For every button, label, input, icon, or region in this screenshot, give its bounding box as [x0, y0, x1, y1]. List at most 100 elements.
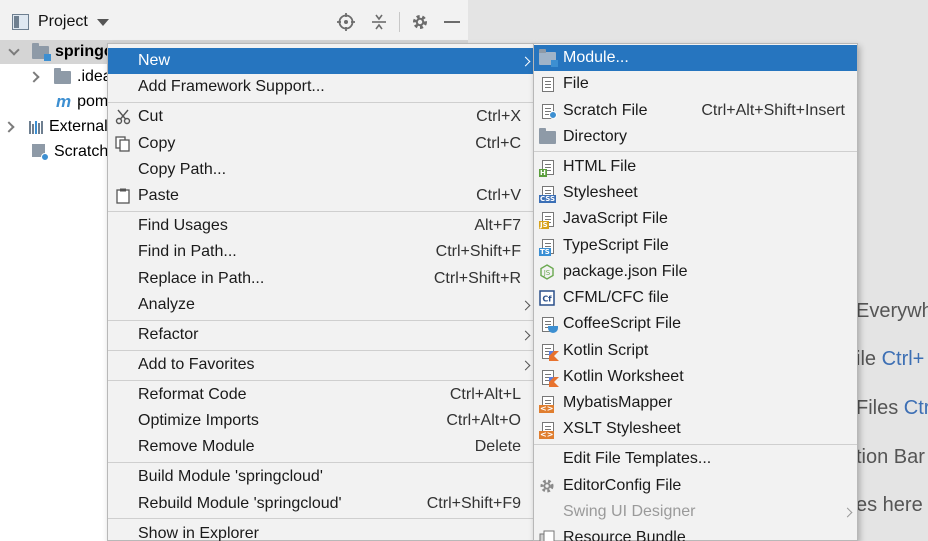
coffeescript-icon	[539, 315, 558, 333]
menu-item-new[interactable]: New	[108, 48, 533, 74]
svg-text:JS: JS	[543, 269, 551, 277]
submenu-arrow-icon	[520, 330, 531, 340]
submenu-arrow-icon	[520, 300, 531, 310]
scissors-icon	[114, 108, 132, 126]
xml-icon: <>	[539, 420, 557, 439]
menu-item-kotlin-script[interactable]: Kotlin Script	[534, 338, 857, 364]
project-panel-title: Project	[38, 13, 88, 30]
hint-recent-files: Files Ctr	[856, 397, 928, 419]
svg-text:Cf: Cf	[542, 295, 552, 304]
hint-search-everywhere: Everywh	[856, 300, 928, 322]
collapsed-arrow-icon[interactable]	[28, 71, 40, 83]
css-file-icon: CSS	[539, 184, 557, 203]
js-file-icon: JS	[539, 210, 557, 229]
header-divider	[399, 12, 400, 32]
submenu-arrow-icon	[520, 360, 531, 370]
menu-item-directory[interactable]: Directory	[534, 124, 857, 150]
menu-item-typescript-file[interactable]: TS TypeScript File	[534, 233, 857, 259]
menu-item-editorconfig-file[interactable]: EditorConfig File	[534, 473, 857, 499]
menu-separator	[108, 518, 533, 519]
menu-item-cut[interactable]: Cut Ctrl+X	[108, 104, 533, 130]
folder-icon	[54, 67, 71, 84]
folder-icon	[538, 127, 556, 146]
collapsed-arrow-icon[interactable]	[3, 121, 15, 133]
locate-target-icon[interactable]	[335, 11, 357, 33]
maven-icon: m	[56, 92, 72, 111]
menu-item-build-module[interactable]: Build Module 'springcloud'	[108, 464, 533, 490]
tree-item-label: pom	[77, 93, 109, 110]
new-submenu: Module... File Scratch File Ctrl+Alt+Shi…	[533, 43, 858, 541]
menu-item-file[interactable]: File	[534, 71, 857, 97]
hint-navigation-bar: tion Bar	[856, 446, 925, 468]
menu-item-package-json[interactable]: JS package.json File	[534, 259, 857, 285]
menu-separator	[108, 350, 533, 351]
menu-separator	[534, 151, 857, 152]
menu-item-find-usages[interactable]: Find Usages Alt+F7	[108, 213, 533, 239]
menu-item-html-file[interactable]: H HTML File	[534, 154, 857, 180]
menu-item-mybatis-mapper[interactable]: <> MybatisMapper	[534, 390, 857, 416]
tree-item-label: External	[49, 118, 108, 135]
html-file-icon: H	[539, 158, 557, 177]
cfml-icon: Cf	[538, 289, 556, 307]
hint-go-to-file: ile Ctrl+	[856, 348, 925, 370]
library-icon	[29, 120, 43, 134]
kotlin-icon	[539, 368, 559, 387]
clipboard-icon	[114, 187, 132, 205]
menu-item-add-to-favorites[interactable]: Add to Favorites	[108, 352, 533, 378]
resource-bundle-icon	[538, 529, 556, 541]
tree-item-idea[interactable]: .idea	[0, 65, 112, 89]
menu-item-copy-path[interactable]: Copy Path...	[108, 157, 533, 183]
context-menu: New Add Framework Support... Cut Ctrl+X …	[107, 43, 534, 541]
xml-icon: <>	[539, 394, 557, 413]
menu-item-stylesheet[interactable]: CSS Stylesheet	[534, 180, 857, 206]
menu-item-rebuild-module[interactable]: Rebuild Module 'springcloud' Ctrl+Shift+…	[108, 491, 533, 517]
menu-item-edit-file-templates[interactable]: Edit File Templates...	[534, 446, 857, 472]
tree-item-external-libraries[interactable]: External	[0, 115, 108, 139]
menu-item-xslt-stylesheet[interactable]: <> XSLT Stylesheet	[534, 416, 857, 442]
chevron-down-icon	[96, 18, 109, 26]
kotlin-icon	[539, 342, 559, 361]
file-icon	[539, 75, 557, 93]
tree-item-scratches[interactable]: Scratch	[0, 140, 108, 164]
menu-item-scratch-file[interactable]: Scratch File Ctrl+Alt+Shift+Insert	[534, 98, 857, 124]
menu-item-refactor[interactable]: Refactor	[108, 322, 533, 348]
ts-file-icon: TS	[539, 237, 557, 256]
menu-item-optimize-imports[interactable]: Optimize Imports Ctrl+Alt+O	[108, 408, 533, 434]
menu-item-analyze[interactable]: Analyze	[108, 292, 533, 318]
menu-item-remove-module[interactable]: Remove Module Delete	[108, 434, 533, 460]
module-folder-icon	[538, 48, 558, 67]
expand-arrow-icon[interactable]	[8, 44, 20, 56]
menu-item-find-in-path[interactable]: Find in Path... Ctrl+Shift+F	[108, 239, 533, 265]
menu-item-module[interactable]: Module...	[534, 45, 857, 71]
collapse-all-icon[interactable]	[368, 11, 390, 33]
menu-item-copy[interactable]: Copy Ctrl+C	[108, 131, 533, 157]
scratches-icon	[32, 144, 49, 161]
nodejs-icon: JS	[538, 263, 556, 281]
hint-drop-files: es here	[856, 494, 923, 516]
menu-item-javascript-file[interactable]: JS JavaScript File	[534, 206, 857, 232]
menu-item-show-in-explorer[interactable]: Show in Explorer	[108, 521, 533, 541]
project-view-selector[interactable]: Project	[12, 11, 109, 33]
menu-item-cfml-file[interactable]: Cf CFML/CFC file	[534, 285, 857, 311]
tree-item-pom[interactable]: m pom	[0, 90, 108, 114]
menu-item-resource-bundle[interactable]: Resource Bundle	[534, 525, 857, 541]
menu-separator	[534, 444, 857, 445]
project-window-icon	[12, 14, 29, 30]
module-folder-icon	[32, 42, 51, 61]
menu-separator	[108, 211, 533, 212]
menu-item-reformat-code[interactable]: Reformat Code Ctrl+Alt+L	[108, 382, 533, 408]
menu-separator	[108, 380, 533, 381]
scratch-file-icon	[539, 102, 557, 120]
menu-item-coffeescript-file[interactable]: CoffeeScript File	[534, 311, 857, 337]
minimize-icon[interactable]	[441, 11, 463, 33]
menu-item-kotlin-worksheet[interactable]: Kotlin Worksheet	[534, 364, 857, 390]
menu-item-paste[interactable]: Paste Ctrl+V	[108, 183, 533, 209]
tree-item-label: Scratch	[54, 143, 109, 160]
menu-item-add-framework-support[interactable]: Add Framework Support...	[108, 74, 533, 100]
project-panel-header: Project	[0, 0, 468, 43]
gear-icon[interactable]	[409, 11, 431, 33]
submenu-arrow-icon	[842, 507, 853, 517]
menu-item-replace-in-path[interactable]: Replace in Path... Ctrl+Shift+R	[108, 266, 533, 292]
menu-item-swing-ui-designer[interactable]: Swing UI Designer	[534, 499, 857, 525]
gear-icon	[538, 477, 556, 495]
